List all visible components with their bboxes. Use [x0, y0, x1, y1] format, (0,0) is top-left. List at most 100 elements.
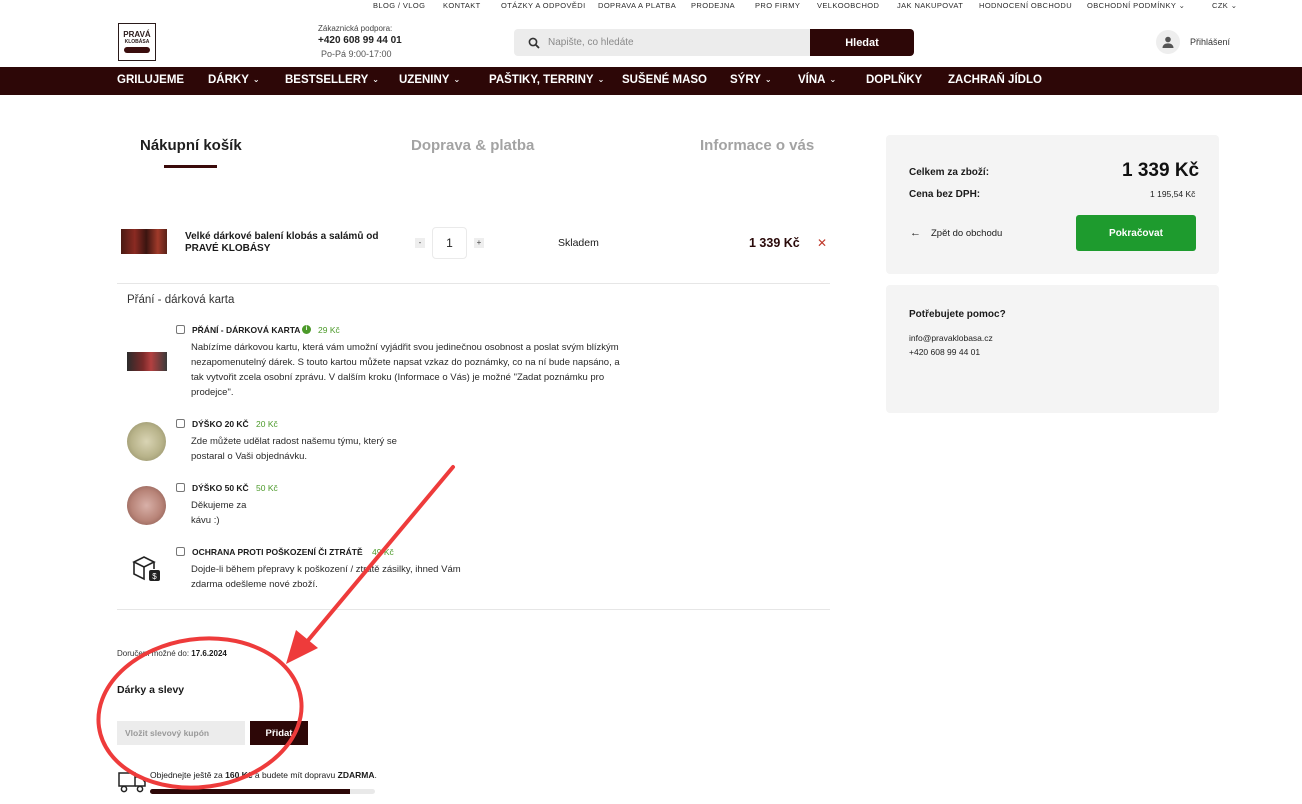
site-logo[interactable]: PRAVÁ KLOBÁSA	[118, 23, 156, 61]
addon-title: PŘÁNÍ - DÁRKOVÁ KARTA	[192, 325, 301, 335]
toplink-business[interactable]: PRO FIRMY	[755, 1, 800, 10]
toplink-kontakt[interactable]: KONTAKT	[443, 1, 481, 10]
free-shipping-progress	[150, 789, 375, 794]
info-icon[interactable]: i	[302, 325, 311, 334]
nav-label: BESTSELLERY	[285, 74, 369, 86]
chevron-down-icon: ⌄	[453, 75, 461, 84]
step-shipping[interactable]: Doprava & platba	[411, 137, 534, 154]
support-hours: Po-Pá 9:00-17:00	[321, 49, 392, 59]
product-name[interactable]: Velké dárkové balení klobás a salámů od …	[185, 231, 395, 255]
help-phone[interactable]: +420 608 99 44 01	[909, 347, 980, 357]
arrow-left-icon: ←	[910, 227, 921, 239]
currency-select[interactable]: CZK ⌄	[1212, 1, 1237, 10]
addon-checkbox-gift-card[interactable]	[176, 325, 185, 334]
progress-fill	[150, 789, 351, 794]
divider	[117, 283, 830, 284]
nav-item-susene-maso[interactable]: SUŠENÉ MASO	[622, 74, 707, 86]
terms-label: OBCHODNÍ PODMÍNKY	[1087, 1, 1177, 10]
add-coupon-button[interactable]: Přidat	[250, 721, 308, 745]
coin-50-image	[127, 486, 166, 525]
quantity-input[interactable]	[432, 227, 467, 259]
nav-item-grilujeme[interactable]: GRILUJEME	[117, 74, 184, 86]
nav-item-pastiky[interactable]: PAŠTIKY, TERRINY ⌄	[489, 74, 604, 86]
support-phone[interactable]: +420 608 99 44 01	[318, 35, 402, 46]
search-box	[514, 29, 811, 56]
chevron-down-icon: ⌄	[1230, 1, 1238, 10]
user-icon	[1156, 30, 1180, 54]
product-image[interactable]	[121, 229, 167, 254]
nav-item-darky[interactable]: DÁRKY ⌄	[208, 74, 260, 86]
nav-item-syry[interactable]: SÝRY ⌄	[730, 74, 772, 86]
nav-label: DÁRKY	[208, 74, 249, 86]
nav-item-doplnky[interactable]: DOPLŇKY	[866, 74, 922, 86]
addon-title: DÝŠKO 50 KČ	[192, 483, 249, 493]
freeship-suffix: .	[374, 770, 377, 780]
search-input[interactable]	[548, 37, 788, 48]
addons-section-title: Přání - dárková karta	[127, 294, 235, 306]
addon-checkbox-tip-20[interactable]	[176, 419, 185, 428]
freeship-prefix: Objednejte ještě za	[150, 770, 226, 780]
top-bar: BLOG / VLOG KONTAKT OTÁZKY A ODPOVĚDI DO…	[0, 0, 1302, 12]
qty-plus-button[interactable]: +	[474, 238, 484, 248]
nav-item-zachran-jidlo[interactable]: ZACHRAŇ JÍDLO	[948, 74, 1042, 86]
addon-price: 50 Kč	[256, 483, 278, 493]
addon-checkbox-protection[interactable]	[176, 547, 185, 556]
chevron-down-icon: ⌄	[829, 75, 837, 84]
nav-label: VÍNA	[798, 74, 826, 86]
support-label: Zákaznická podpora:	[318, 24, 393, 33]
addon-desc: Nabízíme dárkovou kartu, která vám umožn…	[191, 342, 620, 398]
step-cart[interactable]: Nákupní košík	[140, 137, 242, 154]
gifts-title: Dárky a slevy	[117, 684, 185, 696]
login-link[interactable]: Přihlášení	[1156, 30, 1230, 54]
package-protection-icon: $	[132, 556, 160, 581]
remove-item-icon[interactable]: ✕	[817, 236, 827, 250]
currency-label: CZK	[1212, 1, 1229, 10]
chevron-down-icon: ⌄	[372, 75, 379, 84]
addon-desc: Děkujeme za kávu :)	[191, 500, 247, 526]
nav-label: DOPLŇKY	[866, 74, 923, 86]
chevron-down-icon: ⌄	[252, 75, 260, 84]
addon-title: OCHRANA PROTI POŠKOZENÍ ČI ZTRÁTĚ	[192, 547, 363, 557]
addon-checkbox-tip-50[interactable]	[176, 483, 185, 492]
novat-price: 1 195,54 Kč	[1150, 189, 1196, 199]
novat-label: Cena bez DPH:	[909, 189, 981, 200]
nav-item-bestsellery[interactable]: BESTSELLERY ⌄	[285, 74, 379, 86]
coin-20-image	[127, 422, 166, 461]
delivery-label: Doručení možné do:	[117, 649, 192, 658]
chevron-down-icon: ⌄	[764, 75, 772, 84]
nav-item-uzeniny[interactable]: UZENINY ⌄	[399, 74, 460, 86]
logo-line1: PRAVÁ	[123, 30, 151, 39]
customer-support: Zákaznická podpora: +420 608 99 44 01 Po…	[318, 24, 402, 59]
qty-minus-button[interactable]: -	[415, 238, 425, 248]
back-to-shop-link[interactable]: ← Zpět do obchodu	[910, 227, 1002, 239]
nav-label: PAŠTIKY, TERRINY	[489, 74, 594, 86]
annotation-arrow-line	[298, 465, 455, 652]
nav-label: SÝRY	[730, 74, 761, 86]
toplink-faq[interactable]: OTÁZKY A ODPOVĚDI	[501, 1, 586, 10]
toplink-shipping[interactable]: DOPRAVA A PLATBA	[598, 1, 676, 10]
logo-line2: KLOBÁSA	[124, 39, 150, 45]
addon-price: 49 Kč	[372, 547, 394, 557]
toplink-reviews[interactable]: HODNOCENÍ OBCHODU	[979, 1, 1072, 10]
continue-button[interactable]: Pokračovat	[1076, 215, 1196, 251]
annotation-arrowhead	[286, 630, 318, 664]
freeship-middle: a budete mít dopravu	[252, 770, 338, 780]
chevron-down-icon: ⌄	[597, 75, 605, 84]
truck-icon	[118, 772, 146, 793]
addon-price: 20 Kč	[256, 419, 278, 429]
toplink-store[interactable]: PRODEJNA	[691, 1, 735, 10]
toplink-how-to-buy[interactable]: JAK NAKUPOVAT	[897, 1, 963, 10]
addon-price: 29 Kč	[318, 325, 340, 335]
step-info[interactable]: Informace o vás	[700, 137, 814, 154]
search-button[interactable]: Hledat	[810, 29, 914, 56]
divider	[117, 609, 830, 610]
toplink-blog[interactable]: BLOG / VLOG	[373, 1, 425, 10]
toplink-terms[interactable]: OBCHODNÍ PODMÍNKY ⌄	[1087, 1, 1185, 10]
help-email[interactable]: info@pravaklobasa.cz	[909, 333, 993, 343]
nav-label: GRILUJEME	[117, 74, 185, 86]
coupon-input[interactable]	[117, 721, 245, 745]
nav-item-vina[interactable]: VÍNA ⌄	[798, 74, 836, 86]
toplink-wholesale[interactable]: VELKOOBCHOD	[817, 1, 879, 10]
delivery-date: Doručení možné do: 17.6.2024	[117, 649, 227, 658]
chevron-down-icon: ⌄	[1178, 1, 1186, 10]
